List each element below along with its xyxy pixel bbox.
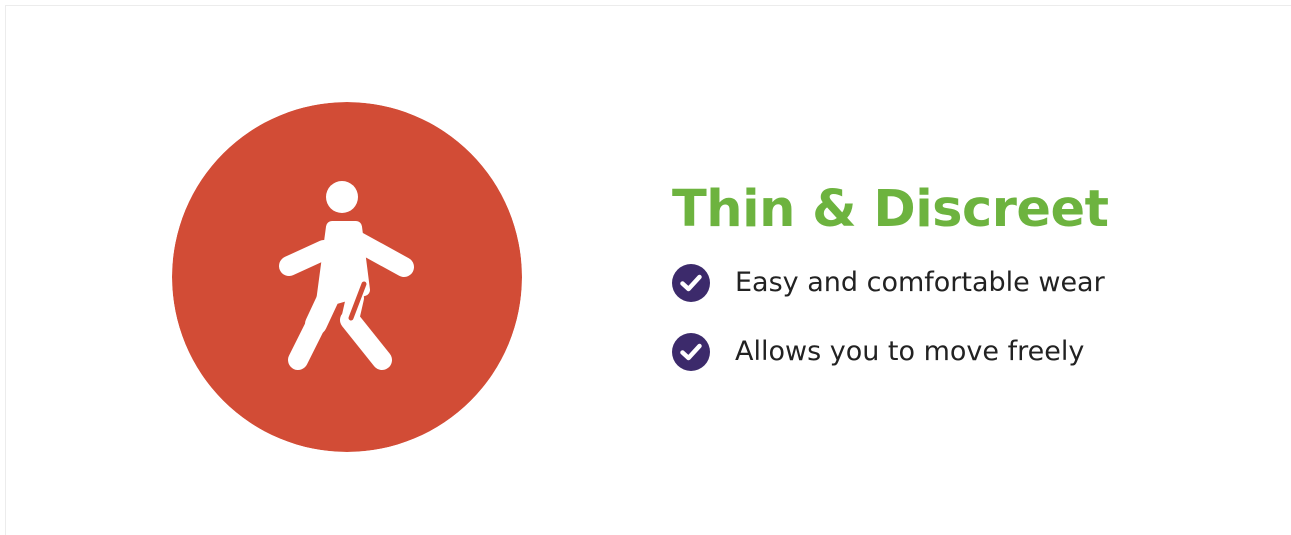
feature-item: Easy and comfortable wear bbox=[672, 248, 1272, 317]
feature-list: Easy and comfortable wear Allows you to … bbox=[672, 248, 1272, 386]
feature-item: Allows you to move freely bbox=[672, 317, 1272, 386]
walking-person-icon bbox=[172, 102, 522, 452]
feature-content: Thin & Discreet Easy and comfortable wea… bbox=[672, 180, 1272, 386]
feature-headline: Thin & Discreet bbox=[672, 180, 1109, 239]
check-circle-icon bbox=[672, 263, 710, 302]
check-circle-icon bbox=[672, 332, 710, 371]
feature-card: Thin & Discreet Easy and comfortable wea… bbox=[5, 5, 1291, 535]
walking-person-badge bbox=[172, 102, 522, 452]
feature-text: Allows you to move freely bbox=[735, 336, 1085, 367]
feature-text: Easy and comfortable wear bbox=[735, 267, 1105, 298]
person-head bbox=[326, 181, 358, 213]
